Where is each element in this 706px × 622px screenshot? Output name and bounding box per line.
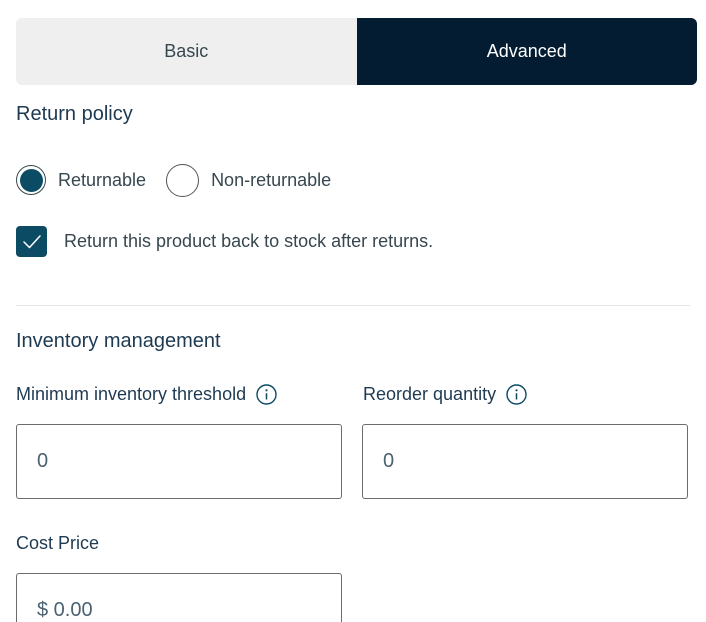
reorder-quantity-label-row: Reorder quantity	[363, 384, 527, 405]
radio-unselected-icon	[166, 163, 200, 197]
min-threshold-input[interactable]: 0	[16, 424, 342, 499]
restock-checkbox-label: Return this product back to stock after …	[64, 231, 434, 251]
reorder-quantity-label: Reorder quantity	[363, 384, 497, 404]
tab-advanced[interactable]: Advanced	[356, 18, 697, 85]
radio-selected-icon	[16, 165, 46, 195]
info-icon[interactable]	[256, 384, 277, 405]
product-advanced-form: Basic Advanced Return policy Returnable …	[0, 0, 706, 622]
cost-price-input[interactable]: $ 0.00	[16, 573, 342, 622]
section-divider	[16, 305, 690, 306]
return-policy-radio-group: Returnable Non-returnable	[16, 163, 331, 197]
return-policy-title: Return policy	[16, 103, 133, 125]
min-threshold-label: Minimum inventory threshold	[16, 384, 247, 404]
cost-price-label: Cost Price	[16, 533, 99, 554]
radio-non-returnable[interactable]: Non-returnable	[166, 163, 332, 197]
inventory-management-title: Inventory management	[16, 330, 221, 352]
tab-bar: Basic Advanced	[16, 18, 697, 85]
reorder-quantity-input[interactable]: 0	[362, 424, 688, 499]
radio-returnable[interactable]: Returnable	[16, 165, 146, 195]
radio-returnable-label: Returnable	[58, 169, 147, 190]
min-threshold-label-row: Minimum inventory threshold	[16, 384, 277, 405]
tab-basic[interactable]: Basic	[16, 18, 357, 85]
radio-non-returnable-label: Non-returnable	[211, 169, 332, 190]
check-icon	[16, 226, 47, 257]
restock-checkbox[interactable]: Return this product back to stock after …	[16, 226, 433, 257]
cost-price-label-text: Cost Price	[16, 533, 100, 553]
info-icon[interactable]	[506, 384, 527, 405]
